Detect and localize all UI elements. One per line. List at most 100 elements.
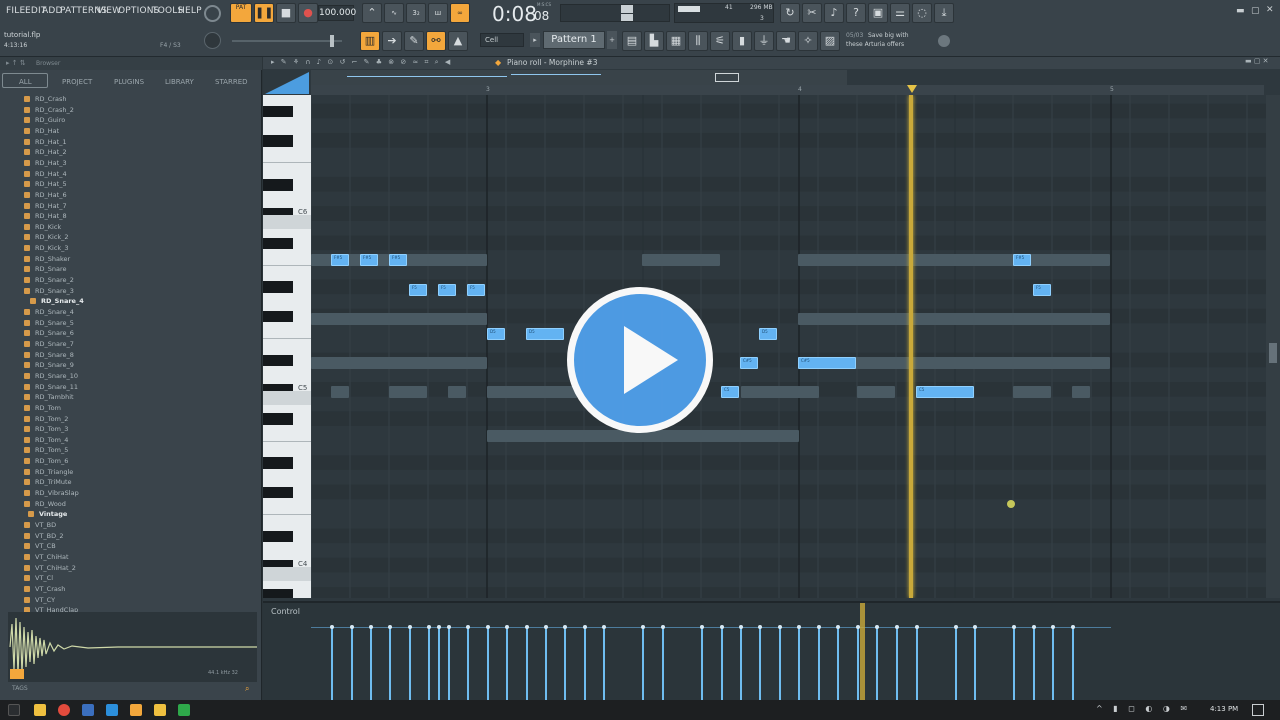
browser-item[interactable]: VT_BD: [24, 521, 56, 532]
browser-item[interactable]: RD_Tambhit: [24, 393, 74, 404]
minimize-icon[interactable]: ▬: [1236, 6, 1245, 16]
browser-item-selected[interactable]: RD_Snare_4: [30, 297, 84, 308]
browser-item[interactable]: RD_Kick_3: [24, 244, 69, 255]
velocity-handle[interactable]: [739, 625, 743, 629]
browser-item[interactable]: RD_Snare_11: [24, 383, 78, 394]
black-key[interactable]: [263, 134, 293, 147]
control-lane[interactable]: Control: [263, 601, 1280, 702]
browser-item[interactable]: RD_Hat_1: [24, 138, 67, 149]
master-pitch-area[interactable]: [560, 4, 670, 22]
time-display[interactable]: 0:08: [492, 2, 537, 26]
velocity-handle[interactable]: [437, 625, 441, 629]
velocity-bar[interactable]: [506, 627, 508, 702]
velocity-handle[interactable]: [778, 625, 782, 629]
velocity-handle[interactable]: [1071, 625, 1075, 629]
note[interactable]: F#5: [1013, 254, 1031, 266]
mic-icon[interactable]: ♪: [824, 3, 844, 23]
browser-item[interactable]: RD_Triangle: [24, 468, 73, 479]
browser-item[interactable]: RD_Crash_2: [24, 106, 74, 117]
note[interactable]: F5: [467, 284, 485, 296]
channel-settings-icon[interactable]: ⚟: [710, 31, 730, 51]
velocity-handle[interactable]: [875, 625, 879, 629]
help-icon[interactable]: ?: [846, 3, 866, 23]
velocity-handle[interactable]: [641, 625, 645, 629]
step-edit-icon[interactable]: ш: [428, 3, 448, 23]
velocity-handle[interactable]: [661, 625, 665, 629]
velocity-bars[interactable]: [311, 603, 1266, 702]
black-key[interactable]: [263, 105, 293, 118]
velocity-handle[interactable]: [408, 625, 412, 629]
tempo-display[interactable]: 100.000: [318, 5, 356, 21]
velocity-bar[interactable]: [331, 627, 333, 702]
search-icon[interactable]: ⌕: [245, 684, 249, 694]
note[interactable]: D5: [526, 328, 564, 340]
velocity-bar[interactable]: [1052, 627, 1054, 702]
velocity-bar[interactable]: [721, 627, 723, 702]
cut-icon[interactable]: ✂: [802, 3, 822, 23]
plugin-icon[interactable]: ⚌: [890, 3, 910, 23]
velocity-bar[interactable]: [1072, 627, 1074, 702]
velocity-bar[interactable]: [876, 627, 878, 702]
note[interactable]: D5: [487, 328, 505, 340]
browser-item[interactable]: Vintage: [28, 510, 67, 521]
velocity-bar[interactable]: [428, 627, 430, 702]
browser-item[interactable]: RD_Hat_4: [24, 170, 67, 181]
plugin-db-icon[interactable]: ⏚: [754, 31, 774, 51]
preview-play-icon[interactable]: [10, 669, 24, 679]
mixer-icon[interactable]: ⫼: [688, 31, 708, 51]
velocity-bar[interactable]: [526, 627, 528, 702]
velocity-handle[interactable]: [330, 625, 334, 629]
control-lane-label[interactable]: Control: [271, 607, 300, 616]
velocity-handle[interactable]: [700, 625, 704, 629]
download-icon[interactable]: ⤓: [934, 3, 954, 23]
velocity-bar[interactable]: [389, 627, 391, 702]
app-icon-3[interactable]: [178, 704, 190, 716]
wait-input-icon[interactable]: ∿: [384, 3, 404, 23]
countdown-icon[interactable]: 3₂: [406, 3, 426, 23]
velocity-bar[interactable]: [701, 627, 703, 702]
note[interactable]: F5: [1033, 284, 1051, 296]
velocity-bar[interactable]: [974, 627, 976, 702]
velocity-bar[interactable]: [837, 627, 839, 702]
playlist-icon[interactable]: ▤: [622, 31, 642, 51]
metronome-icon[interactable]: ⌃: [362, 3, 382, 23]
velocity-handle[interactable]: [758, 625, 762, 629]
velocity-bar[interactable]: [487, 627, 489, 702]
velocity-bar[interactable]: [759, 627, 761, 702]
velocity-handle[interactable]: [602, 625, 606, 629]
browser-item[interactable]: RD_Hat_2: [24, 148, 67, 159]
black-key[interactable]: [263, 178, 293, 191]
browser-item[interactable]: RD_Snare_4: [24, 308, 74, 319]
browser-item[interactable]: VT_CY: [24, 596, 55, 607]
maximize-icon[interactable]: ▢: [1251, 6, 1260, 16]
master-volume-knob[interactable]: [204, 5, 221, 22]
browser-item[interactable]: RD_Tom_4: [24, 436, 68, 447]
main-slider-track[interactable]: [232, 40, 342, 42]
overview-viewport[interactable]: [715, 73, 739, 82]
undo-icon[interactable]: ↻: [780, 3, 800, 23]
browser-item[interactable]: RD_Kick_2: [24, 233, 69, 244]
loop-record-icon[interactable]: ∞: [450, 3, 470, 23]
snap-select[interactable]: Cell: [480, 33, 524, 47]
browser-tab-library[interactable]: LIBRARY: [165, 78, 194, 86]
velocity-handle[interactable]: [486, 625, 490, 629]
save-icon[interactable]: ▣: [868, 3, 888, 23]
browser-item[interactable]: VT_BD_2: [24, 532, 64, 543]
velocity-handle[interactable]: [836, 625, 840, 629]
playhead-marker[interactable]: [907, 85, 917, 93]
piano-roll-mode-icon[interactable]: ▥: [360, 31, 380, 51]
velocity-bar[interactable]: [545, 627, 547, 702]
vertical-scroll-thumb[interactable]: [1269, 343, 1277, 363]
browser-item[interactable]: RD_Snare_3: [24, 287, 74, 298]
menu-file[interactable]: FILE: [6, 6, 25, 16]
note[interactable]: C5: [916, 386, 974, 398]
menu-help[interactable]: HELP: [178, 6, 202, 16]
browser-item[interactable]: RD_VibraSlap: [24, 489, 79, 500]
piano-roll-tools[interactable]: ▸ ✎ ⚘ ∩ ♪ ⊙ ↺ ⌐ ✎ ♣ ⊗ ⊘ ≈ ⌗ ⌕ ◀: [271, 58, 452, 67]
browser-item[interactable]: RD_Snare_2: [24, 276, 74, 287]
app-icon[interactable]: [82, 704, 94, 716]
browser-item[interactable]: VT_ChiHat: [24, 553, 69, 564]
velocity-bar[interactable]: [916, 627, 918, 702]
playhead-line[interactable]: [909, 95, 913, 598]
velocity-handle[interactable]: [973, 625, 977, 629]
